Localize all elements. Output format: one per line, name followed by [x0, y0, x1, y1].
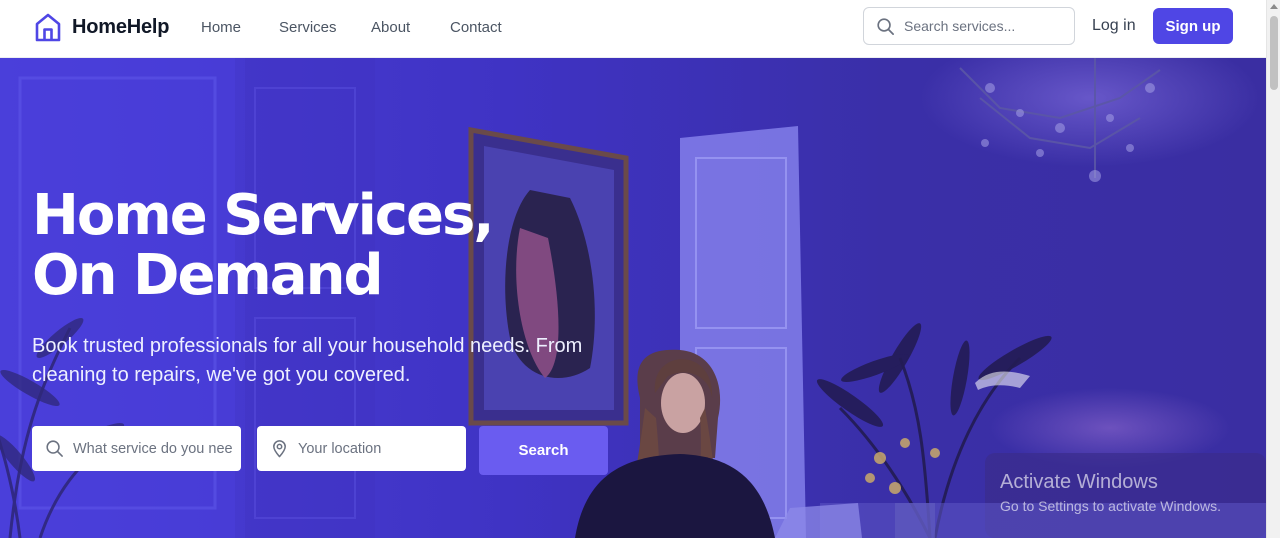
activate-windows-watermark: Activate Windows Go to Settings to activ…	[1000, 470, 1221, 516]
nav-search-box[interactable]	[863, 7, 1075, 45]
navbar: HomeHelp Home Services About Contact Log…	[0, 0, 1266, 58]
house-icon	[35, 13, 61, 42]
service-input[interactable]	[73, 440, 233, 457]
hero-title-line-2: On Demand	[32, 243, 384, 308]
scroll-up-arrow-icon[interactable]	[1270, 4, 1278, 9]
page-scrollbar[interactable]	[1266, 0, 1280, 538]
location-input[interactable]	[298, 440, 458, 457]
login-button[interactable]: Log in	[1092, 17, 1136, 35]
nav-link-about[interactable]: About	[371, 19, 410, 36]
nav-link-contact[interactable]: Contact	[450, 19, 502, 36]
scroll-thumb[interactable]	[1270, 16, 1278, 90]
nav-link-home[interactable]: Home	[201, 19, 241, 36]
signup-button[interactable]: Sign up	[1153, 8, 1233, 44]
service-search-field[interactable]	[32, 426, 241, 471]
search-icon	[877, 17, 894, 35]
brand-logo[interactable]: HomeHelp	[33, 11, 170, 43]
activate-windows-title: Activate Windows	[1000, 471, 1158, 493]
nav-link-services[interactable]: Services	[279, 19, 337, 36]
hero-title: Home Services, On Demand	[32, 183, 495, 308]
nav-search-input[interactable]	[904, 18, 1069, 34]
activate-windows-subtitle: Go to Settings to activate Windows.	[1000, 498, 1221, 514]
hero-section: Home Services, On Demand Book trusted pr…	[0, 58, 1266, 538]
brand-name: HomeHelp	[72, 15, 170, 38]
hero-subtitle: Book trusted professionals for all your …	[32, 335, 583, 386]
hero-title-line-1: Home Services,	[32, 183, 495, 248]
location-field[interactable]	[257, 426, 466, 471]
hero-search-button[interactable]: Search	[479, 426, 608, 475]
map-pin-icon	[273, 440, 286, 458]
search-icon	[46, 440, 63, 457]
